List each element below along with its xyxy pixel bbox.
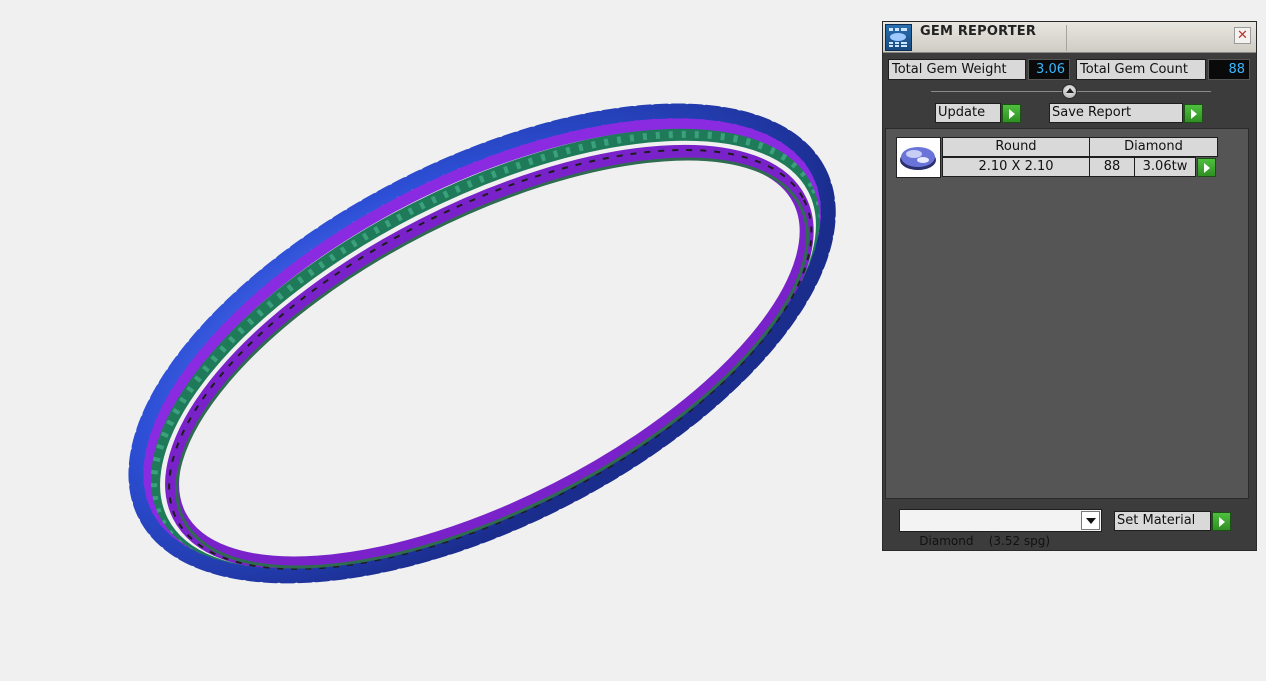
title-separator bbox=[1066, 25, 1067, 51]
title-bar[interactable]: GEM REPORTER ✕ bbox=[883, 22, 1256, 53]
set-material-play-icon[interactable] bbox=[1212, 512, 1231, 531]
total-gem-count-label: Total Gem Count bbox=[1076, 59, 1206, 80]
gem-size-cell: 2.10 X 2.10 bbox=[942, 157, 1090, 177]
total-gem-weight-label: Total Gem Weight bbox=[888, 59, 1026, 80]
list-item[interactable]: Round Diamond 2.10 X 2.10 88 3.06tw bbox=[896, 137, 1218, 179]
gem-weight-cell: 3.06tw bbox=[1134, 157, 1196, 177]
gem-reporter-panel: GEM REPORTER ✕ Total Gem Weight 3.06 Tot… bbox=[882, 21, 1257, 551]
gem-count-cell: 88 bbox=[1089, 157, 1135, 177]
material-dropdown[interactable]: Diamond (3.52 spg) bbox=[899, 509, 1102, 548]
round-gem-icon bbox=[896, 137, 941, 178]
3d-viewport[interactable] bbox=[0, 0, 880, 681]
gem-reporter-app-icon bbox=[885, 24, 912, 51]
gem-shape-cell: Round bbox=[942, 137, 1090, 157]
gem-material-cell: Diamond bbox=[1089, 137, 1218, 157]
total-gem-count-value: 88 bbox=[1208, 59, 1250, 80]
panel-title: GEM REPORTER bbox=[920, 24, 1037, 39]
material-dropdown-value: Diamond (3.52 spg) bbox=[919, 534, 1051, 548]
close-icon[interactable]: ✕ bbox=[1234, 27, 1251, 44]
save-report-button[interactable]: Save Report bbox=[1049, 103, 1183, 123]
total-gem-weight-value: 3.06 bbox=[1028, 59, 1070, 80]
dropdown-arrow-icon[interactable] bbox=[1081, 511, 1100, 530]
set-material-button[interactable]: Set Material bbox=[1114, 511, 1211, 531]
save-report-play-icon[interactable] bbox=[1184, 104, 1203, 123]
update-play-icon[interactable] bbox=[1002, 104, 1021, 123]
slider-thumb-icon[interactable] bbox=[1062, 84, 1077, 99]
gem-list[interactable]: Round Diamond 2.10 X 2.10 88 3.06tw bbox=[885, 128, 1249, 499]
bangle-model bbox=[128, 103, 836, 584]
update-button[interactable]: Update bbox=[935, 103, 1001, 123]
gem-row-play-icon[interactable] bbox=[1197, 158, 1216, 177]
